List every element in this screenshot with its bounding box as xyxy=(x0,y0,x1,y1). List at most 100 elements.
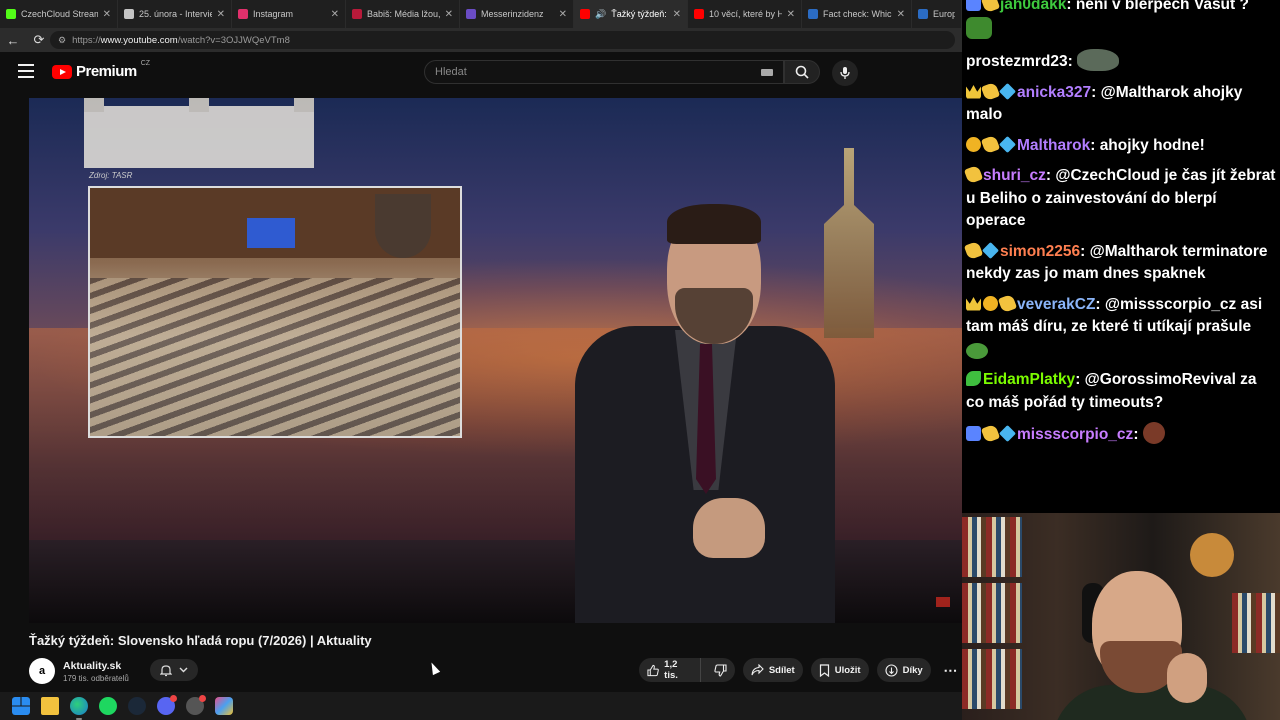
badge-icon xyxy=(980,134,1001,154)
chat-username[interactable]: shuri_cz xyxy=(983,167,1046,184)
reload-icon[interactable]: ⟳ xyxy=(26,28,52,52)
chat-message: missscorpio_cz: xyxy=(966,422,1276,447)
thanks-button[interactable]: Díky xyxy=(876,658,931,682)
dislike-button[interactable] xyxy=(706,658,735,682)
youtube-premium-logo[interactable]: Premium CZ xyxy=(52,60,150,80)
close-tab-icon[interactable]: ✕ xyxy=(217,9,225,20)
save-button[interactable]: Uložit xyxy=(810,658,869,682)
tab-label: 25. února - Intervie xyxy=(139,9,212,19)
chat-username[interactable]: Maltharok xyxy=(1017,137,1090,154)
search-input[interactable]: Hledat xyxy=(424,60,784,84)
voice-search-button[interactable] xyxy=(832,60,858,86)
chat-username[interactable]: anicka327 xyxy=(1017,84,1091,101)
chat-username[interactable]: missscorpio_cz xyxy=(1017,426,1133,443)
search-icon xyxy=(795,65,809,79)
keyboard-icon[interactable] xyxy=(761,69,773,76)
chat-username[interactable]: jah0dakk xyxy=(1000,0,1066,13)
close-tab-icon[interactable]: ✕ xyxy=(673,9,681,20)
chat-colon: : xyxy=(1067,53,1078,70)
address-bar: ← ⟳ ⚙ https://www.youtube.com/watch?v=3O… xyxy=(0,28,962,52)
chat-colon: : xyxy=(1090,136,1100,154)
chat-colon: : xyxy=(1075,371,1085,388)
speaker-icon[interactable]: 🔊 xyxy=(595,9,606,20)
close-tab-icon[interactable]: ✕ xyxy=(331,9,339,20)
menu-icon[interactable] xyxy=(18,64,34,78)
save-label: Uložit xyxy=(834,664,861,676)
chat-colon: : xyxy=(1045,167,1056,184)
bookshelf-image xyxy=(962,649,1022,709)
page-favicon-icon xyxy=(466,9,476,19)
tab-bar: CzechCloud Stream - ✕ 25. února - Interv… xyxy=(0,0,962,28)
windows-start-icon[interactable] xyxy=(12,697,30,715)
more-actions-icon[interactable]: ⋯ xyxy=(939,658,962,682)
tab-tazky-tyzden[interactable]: 🔊 Ťažký týždeň: Slo ✕ xyxy=(574,0,688,28)
copilot-icon[interactable] xyxy=(215,697,233,715)
github-desktop-icon[interactable] xyxy=(186,695,206,715)
close-tab-icon[interactable]: ✕ xyxy=(103,9,111,20)
file-explorer-icon[interactable] xyxy=(41,697,59,715)
chat-username[interactable]: simon2256 xyxy=(1000,243,1080,260)
badge-icon xyxy=(997,293,1018,313)
bookshelf-image xyxy=(1232,593,1280,653)
thumbs-down-icon xyxy=(714,663,727,677)
back-arrow-icon[interactable]: ← xyxy=(0,28,26,52)
site-info-icon[interactable]: ⚙ xyxy=(58,35,66,46)
badge-icon xyxy=(963,164,984,185)
tab-europe[interactable]: Europe C xyxy=(912,0,962,28)
bookmark-icon xyxy=(819,663,829,677)
bell-icon xyxy=(159,664,172,676)
page-favicon-icon xyxy=(808,9,818,19)
like-button[interactable]: 1,2 tis. xyxy=(639,658,701,682)
url-text: https://www.youtube.com/watch?v=3OJJWQeV… xyxy=(72,35,290,46)
search-button[interactable] xyxy=(784,60,820,84)
close-tab-icon[interactable]: ✕ xyxy=(445,9,453,20)
close-tab-icon[interactable]: ✕ xyxy=(559,9,567,20)
stream-chat: jah0dakk: není v blerpech Vašut ? proste… xyxy=(962,0,1280,513)
url-field[interactable]: ⚙ https://www.youtube.com/watch?v=3OJJWQ… xyxy=(50,31,955,49)
leaf-badge-icon xyxy=(966,371,981,386)
chat-colon: : xyxy=(1091,83,1101,101)
close-tab-icon[interactable]: ✕ xyxy=(897,9,905,20)
url-prefix: https:// xyxy=(72,34,101,46)
crown-badge-icon xyxy=(966,297,981,311)
coin-badge-icon xyxy=(983,295,998,311)
microphone-icon xyxy=(840,67,850,79)
tab-messerinzidenz[interactable]: Messerinzidenz ✕ xyxy=(460,0,574,28)
channel-avatar[interactable]: a xyxy=(29,658,55,684)
edge-browser-icon[interactable] xyxy=(70,697,88,720)
tab-babis[interactable]: Babiš: Média lžou, o ✕ xyxy=(346,0,460,28)
streamer-hand xyxy=(1167,653,1207,703)
youtube-favicon-icon xyxy=(580,9,590,19)
tab-fact-check[interactable]: Fact check: Which co ✕ xyxy=(802,0,912,28)
mouse-cursor-icon xyxy=(427,660,441,676)
badge-icon xyxy=(963,240,984,260)
coat-of-arms-image xyxy=(375,194,431,258)
tab-label: Babiš: Média lžou, o xyxy=(367,9,440,19)
tab-interview[interactable]: 25. února - Intervie ✕ xyxy=(118,0,232,28)
spotify-icon[interactable] xyxy=(99,697,117,715)
thumbs-up-icon xyxy=(647,664,659,676)
like-count: 1,2 tis. xyxy=(664,659,678,681)
steam-icon[interactable] xyxy=(128,697,146,715)
castle-image xyxy=(84,98,314,168)
badge-icon xyxy=(966,426,981,441)
tab-instagram[interactable]: Instagram ✕ xyxy=(232,0,346,28)
tab-label: Ťažký týždeň: Slo xyxy=(611,9,667,19)
page-favicon-icon xyxy=(124,9,134,19)
chat-message: veverakCZ: @missscorpio_cz asi tam máš d… xyxy=(966,293,1276,362)
video-player[interactable]: Zdroj: TASR xyxy=(29,98,962,623)
close-tab-icon[interactable]: ✕ xyxy=(787,9,795,20)
tab-label: Europe C xyxy=(933,9,955,19)
discord-icon[interactable] xyxy=(157,695,177,715)
tab-hitler[interactable]: 10 věcí, které by Hitl ✕ xyxy=(688,0,802,28)
channel-name[interactable]: Aktuality.sk xyxy=(63,660,129,672)
cube-badge-icon xyxy=(999,82,1016,100)
chat-username[interactable]: prostezmrd23 xyxy=(966,53,1068,70)
share-button[interactable]: Sdílet xyxy=(742,658,803,682)
subscription-bell-button[interactable] xyxy=(150,659,198,681)
tab-czechcloud[interactable]: CzechCloud Stream - ✕ xyxy=(0,0,118,28)
url-host: www.youtube.com xyxy=(100,34,178,46)
chat-username[interactable]: EidamPlatky xyxy=(983,371,1075,388)
chat-username[interactable]: veverakCZ xyxy=(1017,296,1095,313)
rock-emote-icon xyxy=(1077,49,1120,71)
